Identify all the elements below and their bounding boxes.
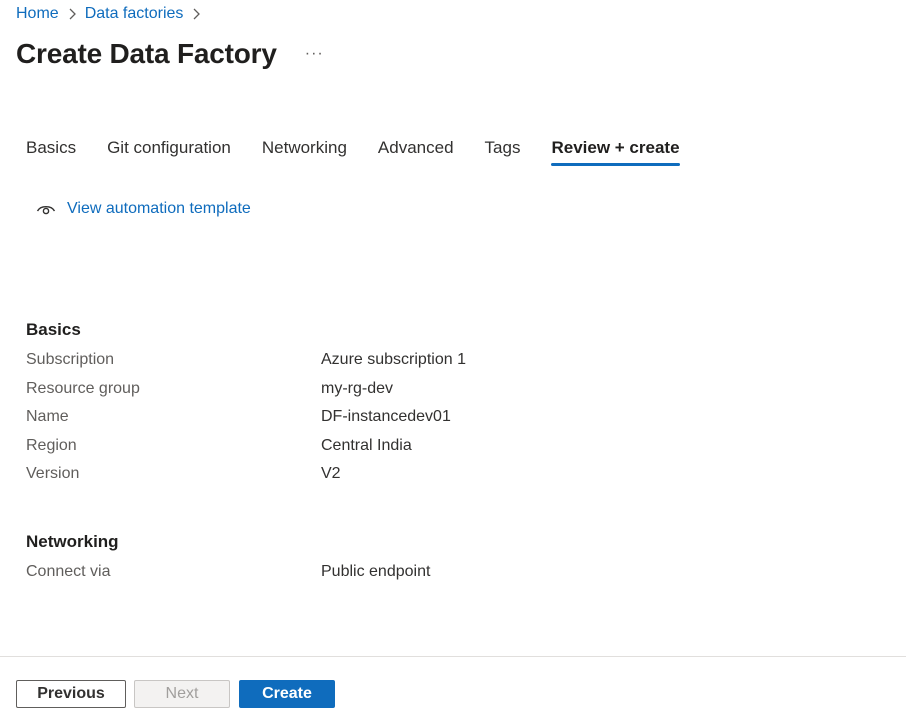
review-value-subscription: Azure subscription 1	[321, 351, 466, 368]
previous-button[interactable]: Previous	[16, 680, 126, 708]
review-label-region: Region	[26, 436, 77, 454]
chevron-right-icon	[191, 7, 201, 21]
review-value-region: Central India	[321, 436, 412, 454]
review-label-resource-group: Resource group	[26, 379, 140, 397]
review-row: Region Central India	[26, 437, 466, 466]
tab-git-configuration[interactable]: Git configuration	[107, 138, 231, 166]
review-label-subscription: Subscription	[26, 351, 115, 368]
tab-networking[interactable]: Networking	[262, 138, 347, 166]
tab-advanced[interactable]: Advanced	[378, 138, 454, 166]
review-value-name: DF-instancedev01	[321, 408, 451, 425]
page-title: Create Data Factory	[16, 38, 277, 69]
review-row: Resource group my-rg-dev	[26, 380, 466, 409]
review-row: Connect via Public endpoint	[26, 563, 430, 592]
review-label-connect-via: Connect via	[26, 563, 111, 580]
view-automation-template-label[interactable]: View automation template	[67, 200, 251, 218]
breadcrumb-data-factories-link[interactable]: Data factories	[85, 5, 184, 23]
review-value-version: V2	[321, 465, 341, 482]
tab-review-create[interactable]: Review + create	[551, 138, 680, 166]
tab-basics[interactable]: Basics	[26, 138, 76, 166]
create-button[interactable]: Create	[239, 680, 335, 708]
wizard-tabs: Basics Git configuration Networking Adva…	[26, 138, 711, 166]
review-label-name: Name	[26, 408, 69, 425]
page-header: Create Data Factory ···	[16, 38, 324, 70]
view-automation-template-link[interactable]: View automation template	[36, 200, 251, 218]
breadcrumb-home-link[interactable]: Home	[16, 5, 59, 23]
tab-tags[interactable]: Tags	[485, 138, 521, 166]
review-row: Name DF-instancedev01	[26, 408, 466, 437]
review-row: Subscription Azure subscription 1	[26, 351, 466, 380]
review-label-version: Version	[26, 465, 80, 482]
breadcrumb: Home Data factories	[16, 5, 209, 23]
footer-divider	[0, 656, 906, 657]
section-title-basics: Basics	[26, 320, 81, 339]
review-value-connect-via: Public endpoint	[321, 563, 431, 580]
next-button[interactable]: Next	[134, 680, 230, 708]
review-basics-section: Basics Subscription Azure subscription 1…	[26, 320, 466, 494]
review-networking-section: Networking Connect via Public endpoint	[26, 532, 430, 592]
review-row: Version V2	[26, 465, 466, 494]
chevron-right-icon	[67, 7, 77, 21]
more-options-button[interactable]: ···	[305, 45, 324, 63]
review-value-resource-group: my-rg-dev	[321, 379, 394, 397]
eye-icon	[36, 202, 56, 216]
section-title-networking: Networking	[26, 532, 119, 551]
